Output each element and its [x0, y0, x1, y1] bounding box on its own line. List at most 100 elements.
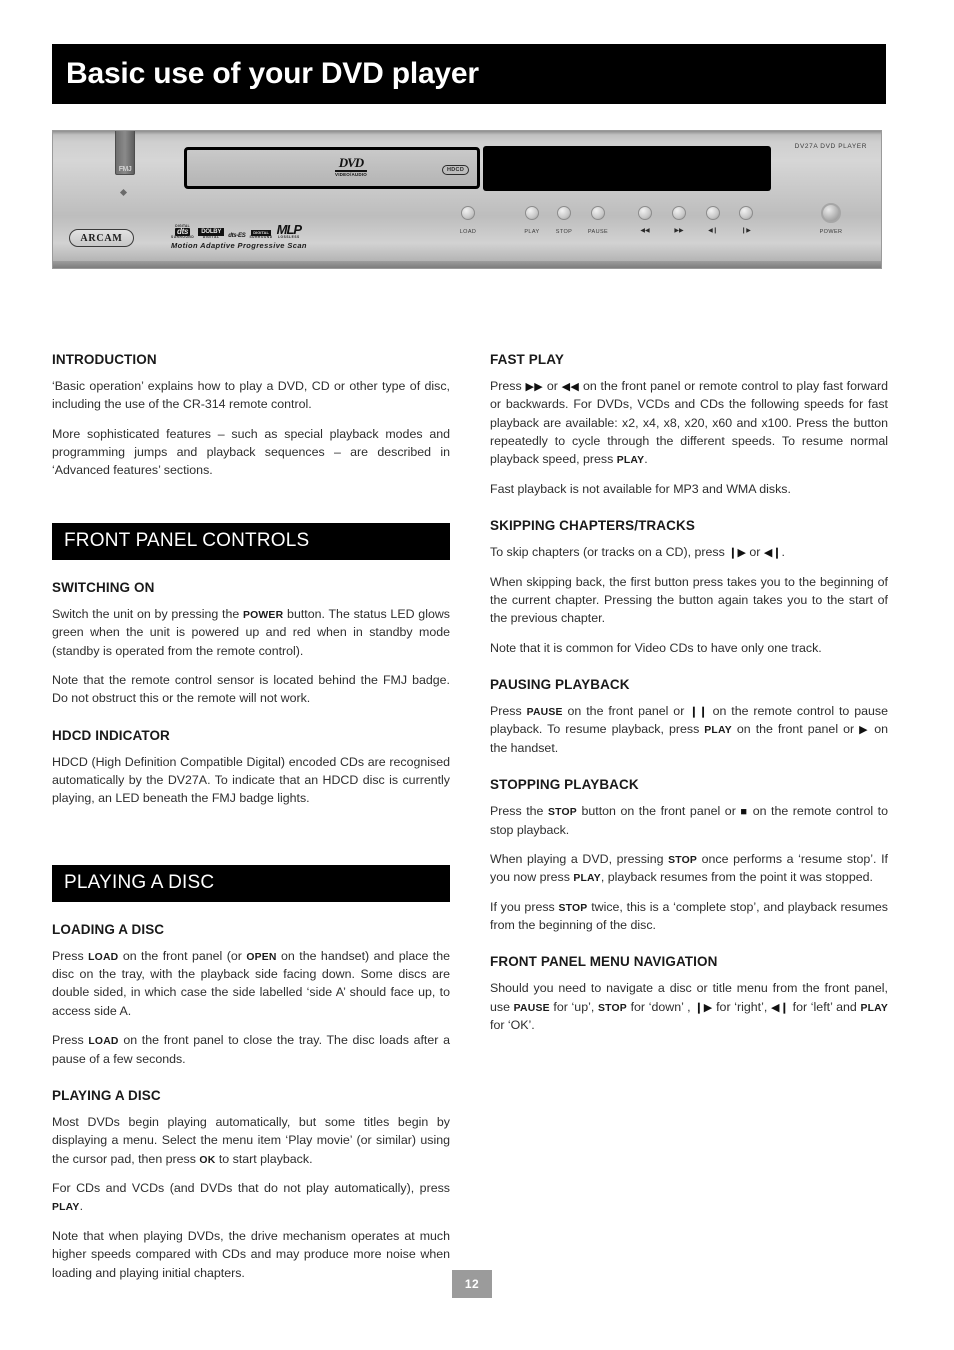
- keyword-ok: OK: [199, 1154, 216, 1166]
- pausing-p1b: on the front panel or: [562, 703, 690, 718]
- dts-logo-bottom: SURROUND: [171, 234, 195, 239]
- playing-sub-paragraph-1: Most DVDs begin playing automatically, b…: [52, 1113, 450, 1168]
- keyword-stop-3: STOP: [558, 902, 588, 914]
- keyword-stop: STOP: [548, 807, 577, 819]
- introduction-paragraph-2: More sophisticated features – such as sp…: [52, 426, 450, 478]
- arcam-logo: ARCAM: [69, 229, 134, 247]
- mlp-logo-icon: MLP LOSSLESS: [277, 223, 302, 239]
- player-button-load[interactable]: [461, 206, 475, 220]
- dvd-logo-subtitle: VIDEO/AUDIO: [335, 172, 367, 177]
- keyword-load-2: LOAD: [88, 1036, 119, 1048]
- skipping-paragraph-2: When skipping back, the first button pre…: [490, 574, 888, 626]
- loading-p2a: Press: [52, 1033, 89, 1048]
- stopping-paragraph-1: Press the STOP button on the front panel…: [490, 802, 888, 839]
- player-button-fast-forward[interactable]: [672, 206, 686, 220]
- right-column: FAST PLAY Press ▶▶ or ◀◀ on the front pa…: [490, 352, 888, 1282]
- section-heading-front-panel-controls: FRONT PANEL CONTROLS: [52, 522, 450, 560]
- player-bottom-edge: [53, 261, 881, 268]
- player-button-stop[interactable]: [557, 206, 571, 220]
- pausing-paragraph-1: Press PAUSE on the front panel or ❙❙ on …: [490, 702, 888, 757]
- section-heading-playing-a-disc: PLAYING A DISC: [52, 864, 450, 902]
- stopping-paragraph-3: If you press STOP twice, this is a ‘comp…: [490, 898, 888, 935]
- player-button-pause-label: PAUSE: [587, 229, 609, 235]
- skipping-paragraph-3: Note that it is common for Video CDs to …: [490, 640, 822, 655]
- stopping-paragraph-2: When playing a DVD, pressing STOP once p…: [490, 850, 888, 887]
- introduction-p1-text: ‘Basic operation’ explains how to play a…: [52, 379, 450, 412]
- player-button-previous[interactable]: [706, 206, 720, 220]
- heading-introduction: INTRODUCTION: [52, 352, 157, 367]
- dolby-digital-logo-icon: DOLBY DIGITAL: [198, 227, 225, 239]
- pausing-p1a: Press: [490, 703, 527, 718]
- keyword-play-stop: PLAY: [573, 873, 601, 885]
- player-button-rewind[interactable]: [638, 206, 652, 220]
- loading-p1a: Press: [52, 948, 89, 963]
- page-title: Basic use of your DVD player: [66, 57, 479, 90]
- keyword-play-fast: PLAY: [616, 455, 645, 467]
- keyword-play-pause: PLAY: [704, 725, 732, 737]
- skip-next-icon: ❙▶: [741, 228, 751, 234]
- stopping-p1b: button on the front panel or: [576, 804, 741, 819]
- dvd-logo-word: DVD: [335, 156, 367, 172]
- rewind-icon-inline: ◀◀: [561, 381, 580, 393]
- heading-switching-on: SWITCHING ON: [52, 579, 155, 595]
- playing-p1b: to start playback.: [215, 1151, 313, 1166]
- menu-nav-p1c: for ‘down’ ,: [626, 999, 695, 1014]
- keyword-pause-nav: PAUSE: [513, 1002, 550, 1014]
- fmj-badge: FMJ: [115, 131, 135, 175]
- dts-es-logo-icon: dts-ES: [228, 233, 246, 239]
- pause-icon-inline: ❙❙: [689, 705, 708, 718]
- stop-icon-inline: ■: [740, 806, 749, 819]
- stopping-p2a: When playing a DVD, pressing: [490, 851, 669, 866]
- loading-a-disc-paragraph-1: Press LOAD on the front panel (or OPEN o…: [52, 947, 450, 1020]
- progressive-scan-tagline: Motion Adaptive Progressive Scan: [171, 241, 307, 250]
- hdcd-badge-icon: HDCD: [442, 165, 470, 175]
- switching-on-p1a: Switch the unit on by pressing the: [52, 606, 244, 621]
- format-logo-row: DIGITAL dts SURROUND DOLBY DIGITAL dts-E…: [171, 223, 302, 239]
- digital-surround-logo-icon: DIGITAL SURROUND: [249, 229, 272, 239]
- keyword-load: LOAD: [88, 951, 119, 963]
- skip-next-icon-inline: ❙▶: [728, 547, 746, 560]
- player-top-edge: [53, 131, 881, 135]
- introduction-paragraph-1: ‘Basic operation’ explains how to play a…: [52, 377, 450, 414]
- player-display-window: [483, 146, 771, 191]
- heading-stopping-playback: STOPPING PLAYBACK: [490, 777, 639, 793]
- menu-nav-p1e: for ‘left’ and: [788, 999, 861, 1014]
- skipping-p1a: To skip chapters (or tracks on a CD), pr…: [490, 545, 729, 560]
- player-button-load-label: LOAD: [459, 229, 477, 235]
- player-button-power[interactable]: [821, 203, 841, 223]
- menu-nav-p1b: for ‘up’,: [549, 999, 598, 1014]
- stopping-p1a: Press the: [490, 804, 549, 819]
- loading-a-disc-paragraph-2: Press LOAD on the front panel to close t…: [52, 1031, 450, 1068]
- switching-on-paragraph-2: Note that the remote control sensor is l…: [52, 672, 450, 706]
- heading-front-panel-menu-navigation: FRONT PANEL MENU NAVIGATION: [490, 954, 718, 970]
- skipping-p1c: .: [781, 545, 785, 560]
- keyword-stop-2: STOP: [668, 854, 698, 866]
- playing-sub-paragraph-3: Note that when playing DVDs, the drive m…: [52, 1228, 450, 1280]
- body-columns: INTRODUCTION ‘Basic operation’ explains …: [52, 352, 888, 1282]
- player-button-next[interactable]: [739, 206, 753, 220]
- skipping-p1b: or: [745, 545, 764, 560]
- player-button-pause[interactable]: [591, 206, 605, 220]
- fast-play-paragraph-1: Press ▶▶ or ◀◀ on the front panel or rem…: [490, 377, 888, 469]
- keyword-play: PLAY: [52, 1202, 80, 1214]
- skip-previous-icon-nav: ◀❙: [771, 1001, 789, 1014]
- fast-play-paragraph-2: Fast playback is not available for MP3 a…: [490, 481, 791, 496]
- keyword-open: OPEN: [246, 951, 277, 963]
- heading-hdcd-indicator: HDCD INDICATOR: [52, 727, 170, 743]
- page-number: 12: [452, 1270, 492, 1298]
- hdcd-indicator-paragraph-1: HDCD (High Definition Compatible Digital…: [52, 754, 450, 806]
- skip-previous-icon-inline: ◀❙: [763, 547, 782, 560]
- left-column: INTRODUCTION ‘Basic operation’ explains …: [52, 352, 450, 1282]
- keyword-play-nav: PLAY: [860, 1002, 888, 1014]
- menu-navigation-paragraph-1: Should you need to navigate a disc or ti…: [490, 979, 888, 1034]
- playing-p2a: For CDs and VCDs (and DVDs that do not p…: [52, 1181, 450, 1196]
- keyword-pause: PAUSE: [526, 706, 563, 718]
- player-button-play[interactable]: [525, 206, 539, 220]
- dvd-logo-icon: DVD VIDEO/AUDIO: [335, 156, 367, 178]
- hdcd-led-icon: [119, 188, 128, 197]
- heading-fast-play: FAST PLAY: [490, 352, 564, 367]
- fast-play-p1d: .: [644, 452, 648, 467]
- heading-playing-a-disc-sub: PLAYING A DISC: [52, 1087, 161, 1103]
